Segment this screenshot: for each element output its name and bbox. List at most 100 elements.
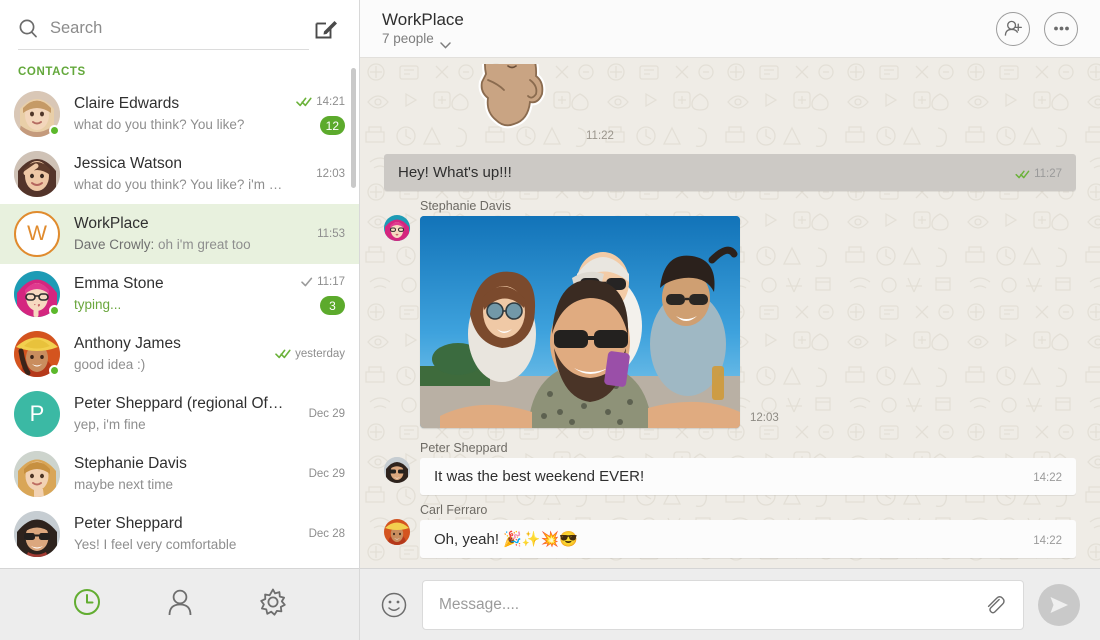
message-text: Oh, yeah! 🎉✨💥😎 — [434, 531, 578, 548]
messenger-app: CONTACTS Claire Edwards what do you thin… — [0, 0, 1100, 640]
settings-gear-button[interactable] — [257, 587, 289, 622]
chat-item-meta: 14:21 12 — [291, 91, 345, 137]
message-time: 12:03 — [750, 412, 779, 424]
message-bubble[interactable]: Oh, yeah! 🎉✨💥😎 14:22 — [420, 520, 1076, 558]
message-input[interactable] — [439, 595, 971, 614]
chat-item-meta: Dec 28 — [291, 511, 345, 557]
message-bubble[interactable]: It was the best weekend EVER! 14:22 — [420, 458, 1076, 495]
message-time: 11:22 — [586, 130, 614, 142]
chat-participants-dropdown[interactable]: 7 people — [382, 30, 996, 48]
more-options-button[interactable] — [1044, 11, 1078, 46]
emoji-smiley-icon[interactable] — [380, 591, 408, 619]
chat-item-time: yesterday — [295, 348, 345, 360]
chat-list-item[interactable]: W WorkPlace Dave Crowly: oh i'm great to… — [0, 204, 359, 264]
message-sender-name: Carl Ferraro — [420, 503, 488, 517]
chat-list-item[interactable]: P Peter Sheppard (regional Of...) yep, i… — [0, 384, 359, 444]
chat-item-text: Emma Stone typing... — [74, 274, 291, 314]
chat-item-name: Anthony James — [74, 335, 181, 352]
chat-pane: WorkPlace 7 people 11:22 Hey! What's up!… — [360, 0, 1100, 640]
message-sender-name: Stephanie Davis — [420, 199, 512, 213]
chat-item-preview: typing... — [74, 297, 122, 312]
paperclip-icon[interactable] — [983, 593, 1007, 617]
bunny-sticker — [446, 64, 576, 146]
chat-item-name: Claire Edwards — [74, 95, 180, 112]
message-text: Hey! What's up!!! — [398, 164, 512, 181]
avatar — [14, 151, 60, 197]
chat-item-name: Jessica Watson — [74, 155, 182, 172]
search-input[interactable] — [50, 18, 305, 38]
search-underline — [18, 49, 309, 50]
online-status-dot — [49, 305, 60, 316]
chat-list-item[interactable]: Stephanie Davis maybe next time Dec 29 — [0, 444, 359, 504]
single-check-icon — [300, 277, 313, 287]
compose-icon[interactable] — [313, 15, 339, 41]
message-meta: 14:22 — [1033, 472, 1062, 485]
recent-clock-icon — [72, 587, 102, 622]
outgoing-message: Hey! What's up!!! 11:27 — [384, 154, 1076, 191]
avatar-wrapper — [14, 331, 60, 377]
avatar-wrapper — [14, 451, 60, 497]
settings-gear-icon — [258, 587, 288, 622]
chat-item-name: Peter Sheppard (regional Of...) — [74, 395, 285, 412]
message-time: 11:27 — [1034, 168, 1062, 180]
chat-item-text: Peter Sheppard (regional Of...) yep, i'm… — [74, 394, 291, 434]
message-avatar — [384, 519, 410, 545]
chat-item-preview: yep, i'm fine — [74, 417, 146, 432]
photo-bubble[interactable]: 12:03 — [420, 216, 779, 428]
chat-list-item[interactable]: Claire Edwards what do you think? You li… — [0, 84, 359, 144]
chat-item-meta: 11:17 3 — [291, 271, 345, 317]
chat-participants-label: 7 people — [382, 31, 434, 46]
chat-item-preview: maybe next time — [74, 477, 174, 492]
friends-selfie-photo[interactable] — [420, 216, 740, 428]
search-icon — [18, 18, 38, 38]
send-button[interactable] — [1038, 583, 1080, 626]
message-column: Stephanie Davis 12:03 — [420, 199, 1076, 433]
incoming-message: Carl Ferraro Oh, yeah! 🎉✨💥😎 14:22 — [384, 503, 1076, 558]
chat-item-meta: Dec 29 — [291, 451, 345, 497]
chat-item-text: Jessica Watson what do you think? You li… — [74, 154, 291, 194]
chat-list-item[interactable]: Anthony James good idea :) yesterday — [0, 324, 359, 384]
chat-item-time: Dec 28 — [308, 528, 345, 540]
sidebar-scrollbar[interactable] — [351, 68, 356, 188]
chat-item-meta: Dec 29 — [291, 391, 345, 437]
recent-clock-button[interactable] — [71, 589, 103, 621]
chat-item-time: 11:17 — [317, 276, 345, 288]
message-time: 14:22 — [1033, 472, 1062, 484]
message-composer — [360, 568, 1100, 640]
avatar-wrapper — [14, 271, 60, 317]
contacts-person-button[interactable] — [164, 589, 196, 621]
search-bar[interactable] — [18, 18, 305, 38]
send-icon — [1049, 595, 1069, 615]
sidebar-header — [0, 0, 359, 56]
avatar-wrapper: W — [14, 211, 60, 257]
chat-header-actions — [996, 11, 1078, 46]
more-options-icon — [1052, 19, 1071, 38]
chat-item-preview: Dave Crowly: oh i'm great too — [74, 237, 251, 252]
message-bubble[interactable]: Hey! What's up!!! 11:27 — [384, 154, 1076, 191]
avatar-wrapper — [14, 511, 60, 557]
message-column: Peter Sheppard It was the best weekend E… — [420, 441, 1076, 495]
unread-badge: 12 — [319, 116, 345, 135]
chat-item-meta: 12:03 — [291, 151, 345, 197]
message-column: Carl Ferraro Oh, yeah! 🎉✨💥😎 14:22 — [420, 503, 1076, 558]
double-check-icon — [296, 97, 312, 107]
chat-item-preview: what do you think? You like? — [74, 117, 245, 132]
sidebar-footer-nav[interactable] — [0, 568, 359, 640]
avatar-wrapper: P — [14, 391, 60, 437]
chat-list-item[interactable]: Peter Sheppard Yes! I feel very comforta… — [0, 504, 359, 564]
message-input-shell[interactable] — [422, 579, 1024, 630]
chat-list-item[interactable]: Jessica Watson what do you think? You li… — [0, 144, 359, 204]
unread-badge: 3 — [320, 296, 345, 315]
incoming-photo-message: Stephanie Davis 12:03 — [384, 199, 1076, 433]
online-status-dot — [49, 365, 60, 376]
double-check-icon — [1015, 170, 1030, 179]
chat-list-item[interactable]: Emma Stone typing... 11:17 3 — [0, 264, 359, 324]
add-person-button[interactable] — [996, 11, 1030, 46]
message-list[interactable]: 11:22 Hey! What's up!!! 11:27 Stephanie … — [360, 58, 1100, 568]
avatar-wrapper — [14, 91, 60, 137]
chat-list[interactable]: Claire Edwards what do you think? You li… — [0, 84, 359, 568]
chat-item-name: Emma Stone — [74, 275, 164, 292]
chat-item-time: Dec 29 — [308, 408, 345, 420]
chat-item-text: Anthony James good idea :) — [74, 334, 275, 374]
avatar — [14, 451, 60, 497]
